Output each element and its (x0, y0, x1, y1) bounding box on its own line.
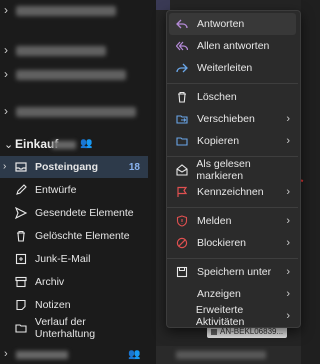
menu-item-mark-read[interactable]: Als gelesen markieren (169, 158, 296, 182)
unread-count: 18 (128, 161, 140, 173)
menu-separator (167, 83, 298, 84)
folder-deleted[interactable]: Gelöschte Elemente (0, 225, 148, 247)
folder-notes[interactable]: Notizen (0, 294, 148, 316)
account-row[interactable]: › (0, 64, 156, 86)
move-icon (175, 112, 189, 126)
chevron-right-icon[interactable]: › (3, 161, 6, 172)
chevron-right-icon: › (286, 266, 290, 278)
folder-label: Gesendete Elemente (35, 207, 134, 219)
folder-label: Verlauf der Unterhaltung (34, 316, 96, 340)
chevron-right-icon[interactable]: › (4, 43, 8, 57)
account-row[interactable]: › (0, 101, 156, 123)
menu-item-label: Speichern unter (197, 266, 272, 278)
menu-item-label: Weiterleiten (197, 62, 253, 74)
menu-separator (167, 207, 298, 208)
chevron-right-icon: › (286, 288, 290, 300)
reply-icon (175, 17, 189, 31)
chevron-right-icon: › (286, 135, 290, 147)
message-tag-text: AN-BEKL06839... (220, 327, 284, 336)
chevron-right-icon[interactable]: › (4, 104, 8, 118)
menu-item-label: Als gelesen markieren (196, 158, 251, 182)
menu-item-label: Antworten (197, 18, 245, 30)
folder-inbox[interactable]: › Posteingang 18 (0, 156, 148, 178)
more-icon (175, 309, 188, 323)
send-icon (14, 206, 28, 220)
menu-item-label: Melden (197, 215, 232, 227)
account-row[interactable]: › (0, 0, 156, 22)
people-icon: 👥 (128, 349, 141, 360)
menu-item-label: Erweiterte Aktivitäten (195, 304, 245, 328)
menu-item-flag[interactable]: Kennzeichnen › (169, 181, 296, 203)
folder-label: Archiv (35, 276, 65, 288)
menu-item-delete[interactable]: Löschen (169, 86, 296, 108)
view-icon (175, 287, 189, 301)
folder-conversation-history[interactable]: Verlauf der Unterhaltung (0, 316, 148, 340)
folder-label: Gelöschte Elemente (35, 230, 130, 242)
folder-archive[interactable]: Archiv (0, 271, 148, 293)
menu-item-copy[interactable]: Kopieren › (169, 130, 296, 152)
menu-item-block[interactable]: Blockieren › (169, 232, 296, 254)
forward-icon (175, 61, 189, 75)
note-icon (14, 298, 28, 312)
inbox-icon (14, 160, 28, 174)
save-icon (175, 265, 189, 279)
tag-icon (211, 328, 217, 335)
group-header[interactable]: ⌄ Einkauf 👥 (0, 135, 156, 155)
folder-junk[interactable]: Junk-E-Mail (0, 248, 148, 270)
account-row[interactable]: › 👥 (0, 346, 156, 364)
menu-item-label: Verschieben (197, 113, 255, 125)
block-icon (175, 236, 189, 250)
folder-drafts[interactable]: Entwürfe (0, 179, 148, 201)
copy-icon (175, 134, 189, 148)
trash-icon (14, 229, 28, 243)
chevron-right-icon[interactable]: › (4, 3, 8, 17)
menu-item-label: Löschen (197, 91, 237, 103)
account-row[interactable]: › (0, 40, 156, 62)
trash-icon (175, 90, 189, 104)
flag-icon (175, 185, 189, 199)
envelope-open-icon (175, 163, 188, 177)
menu-item-reply[interactable]: Antworten (169, 13, 296, 35)
context-menu: Antworten Allen antworten Weiterleiten L… (166, 10, 301, 328)
folder-pane: › › › › ⌄ Einkauf 👥 › Posteingang 18 Ent… (0, 0, 156, 364)
shield-icon (175, 214, 189, 228)
menu-item-label: Kennzeichnen (197, 186, 264, 198)
menu-item-label: Kopieren (197, 135, 240, 147)
menu-separator (167, 156, 298, 157)
menu-item-move[interactable]: Verschieben › (169, 108, 296, 130)
chevron-right-icon: › (286, 310, 290, 322)
menu-item-label: Anzeigen (197, 288, 241, 300)
reply-all-icon (175, 39, 189, 53)
folder-label: Junk-E-Mail (35, 253, 91, 265)
menu-item-report[interactable]: Melden › (169, 210, 296, 232)
chevron-right-icon: › (286, 186, 290, 198)
message-list-footer (156, 346, 301, 364)
folder-label: Entwürfe (35, 184, 77, 196)
menu-item-reply-all[interactable]: Allen antworten (169, 35, 296, 57)
folder-label: Posteingang (35, 161, 99, 173)
menu-item-view[interactable]: Anzeigen › (169, 283, 296, 305)
folder-label: Notizen (35, 299, 71, 311)
menu-separator (167, 258, 298, 259)
menu-item-forward[interactable]: Weiterleiten (169, 57, 296, 79)
menu-item-advanced-actions[interactable]: Erweiterte Aktivitäten › (169, 304, 296, 328)
folder-sent[interactable]: Gesendete Elemente (0, 202, 148, 224)
pencil-icon (14, 183, 28, 197)
menu-item-label: Blockieren (197, 237, 247, 249)
folder-icon (14, 321, 28, 335)
chevron-right-icon[interactable]: › (4, 348, 8, 360)
chevron-down-icon[interactable]: ⌄ (4, 138, 13, 151)
chevron-right-icon: › (286, 113, 290, 125)
chevron-right-icon[interactable]: › (4, 67, 8, 81)
people-icon: 👥 (80, 138, 93, 149)
chevron-right-icon: › (286, 237, 290, 249)
menu-item-label: Allen antworten (197, 40, 270, 52)
junk-icon (14, 252, 28, 266)
menu-item-save-as[interactable]: Speichern unter › (169, 261, 296, 283)
chevron-right-icon: › (286, 215, 290, 227)
archive-icon (14, 275, 28, 289)
